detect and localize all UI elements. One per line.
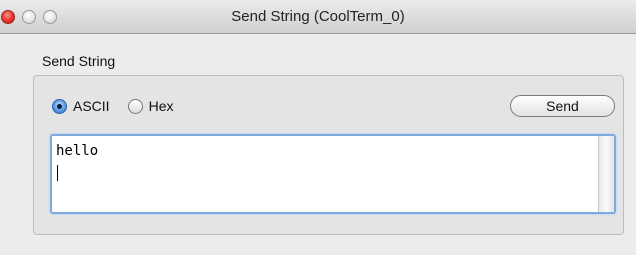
vertical-scrollbar[interactable] (598, 136, 614, 212)
title-bar[interactable]: Send String (CoolTerm_0) (0, 0, 636, 34)
radio-hex-label: Hex (148, 98, 174, 114)
radio-hex-button[interactable] (127, 98, 143, 114)
send-button[interactable]: Send (510, 95, 615, 117)
window-title: Send String (CoolTerm_0) (231, 8, 405, 25)
send-string-group-label: Send String (42, 53, 116, 69)
radio-ascii-label: ASCII (73, 98, 110, 114)
radio-hex[interactable]: Hex (127, 98, 174, 114)
send-text-area[interactable]: hello (50, 134, 616, 214)
mode-radio-group: ASCII Hex (52, 94, 173, 118)
radio-ascii[interactable]: ASCII (52, 98, 110, 114)
text-caret (57, 165, 58, 181)
send-text-content: hello (56, 143, 99, 159)
radio-ascii-button[interactable] (52, 98, 67, 114)
send-string-window: Send String (CoolTerm_0) Send String ASC… (0, 0, 636, 255)
